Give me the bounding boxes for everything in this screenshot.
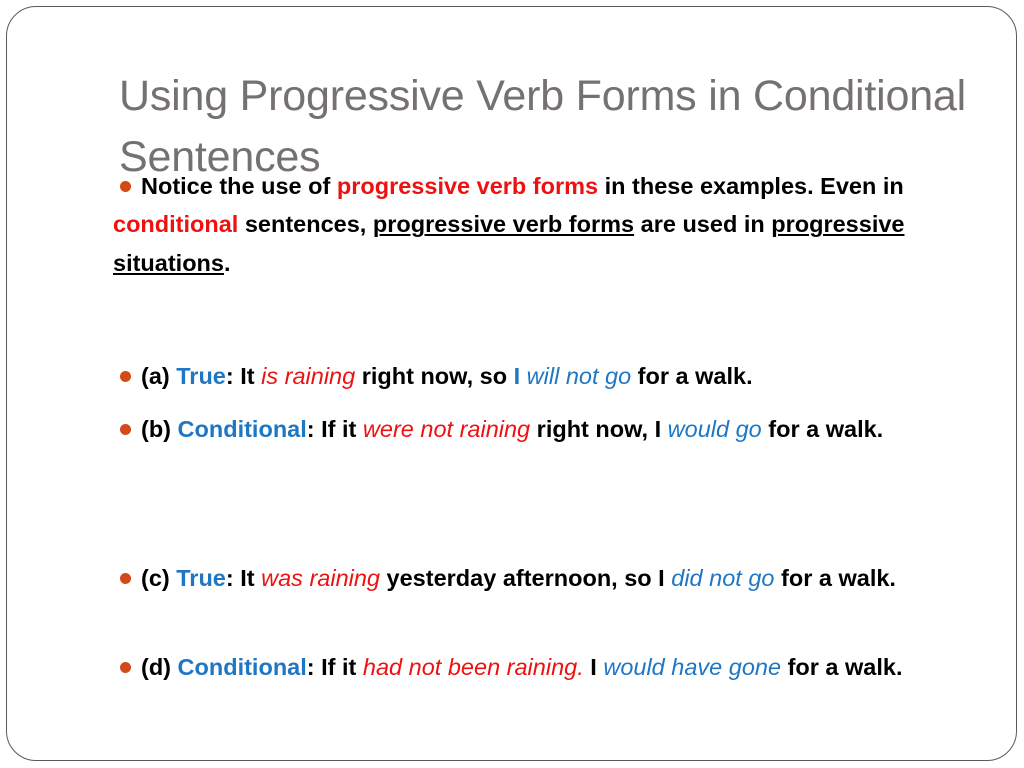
example-b-verb-blue: would go <box>667 416 762 442</box>
slide-frame: Using Progressive Verb Forms in Conditio… <box>6 6 1017 761</box>
example-d-post: for a walk. <box>781 654 903 680</box>
intro-seg7: are used in <box>634 211 772 238</box>
intro-conditional: conditional <box>113 211 239 238</box>
example-a-verb-blue: will not go <box>520 363 632 389</box>
example-b-post: for a walk. <box>761 416 884 442</box>
example-c-label: (c) <box>141 565 177 591</box>
example-b-type: Conditional <box>177 416 307 442</box>
example-a-colon: : <box>225 363 241 389</box>
example-a-pre: It <box>240 363 262 389</box>
example-d-colon: : <box>306 654 322 680</box>
example-d-verb-red: had not been raining. <box>362 654 584 680</box>
intro-underline-1: progressive verb forms <box>372 211 635 238</box>
example-b-verb-red: were not raining <box>362 416 531 442</box>
intro-seg9: . <box>223 249 231 276</box>
intro-seg1: Notice the use of <box>141 173 337 199</box>
intro-progressive-verb-forms: progressive verb forms <box>336 173 599 199</box>
example-c-verb-red: was raining <box>261 565 381 591</box>
example-c-post: for a walk. <box>774 565 896 591</box>
example-b: (b) Conditional: If it were not raining … <box>113 410 983 448</box>
example-d-pre: If it <box>321 654 363 680</box>
example-a-verb-red: is raining <box>261 363 356 389</box>
example-a-mid: right now, so <box>355 363 514 389</box>
intro-seg5: sentences, <box>238 211 373 238</box>
example-d-verb-blue: would have gone <box>603 654 782 680</box>
example-b-colon: : <box>306 416 322 442</box>
example-d-type: Conditional <box>177 654 307 680</box>
example-c: (c) True: It was raining yesterday after… <box>113 559 983 597</box>
example-c-pre: It <box>240 565 262 591</box>
example-b-mid: right now, I <box>530 416 668 442</box>
example-c-mid: yesterday afternoon, so I <box>380 565 672 591</box>
example-d-label: (d) <box>141 654 178 680</box>
example-d-mid: I <box>583 654 604 680</box>
example-a: (a) True: It is raining right now, so I … <box>113 357 983 395</box>
example-a-type: True <box>176 363 226 389</box>
example-a-post: for a walk. <box>631 363 753 389</box>
example-b-pre: If it <box>321 416 363 442</box>
example-c-colon: : <box>225 565 241 591</box>
example-c-verb-blue: did not go <box>671 565 775 591</box>
example-a-label: (a) <box>141 363 177 389</box>
example-d: (d) Conditional: If it had not been rain… <box>113 648 983 686</box>
paragraph-intro: Notice the use of progressive verb forms… <box>113 167 983 282</box>
example-c-type: True <box>176 565 226 591</box>
example-b-label: (b) <box>141 416 178 442</box>
intro-seg3: in these examples. Even in <box>598 173 904 199</box>
